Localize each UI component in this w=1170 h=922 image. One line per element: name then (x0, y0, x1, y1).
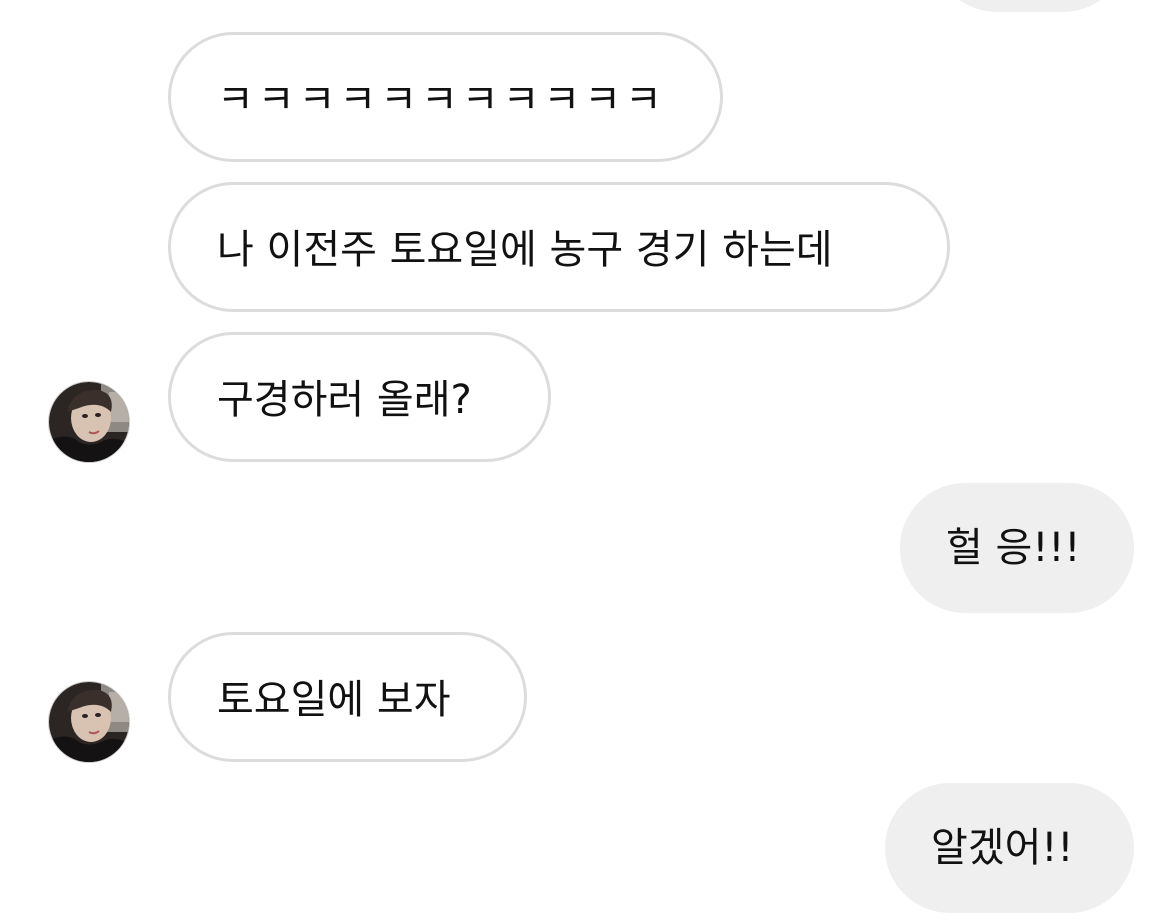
message-bubble-incoming[interactable]: 나 이전주 토요일에 농구 경기 하는데 (168, 182, 950, 312)
contact-avatar[interactable] (48, 381, 130, 463)
message-text: 토요일에 보자 (217, 677, 451, 723)
avatar-photo-icon (49, 382, 129, 462)
message-bubble-incoming[interactable]: 토요일에 보자 (168, 632, 527, 762)
message-text: 나 이전주 토요일에 농구 경기 하는데 (217, 227, 833, 273)
message-text: 구경하러 올래? (217, 377, 472, 423)
message-bubble-incoming[interactable]: 구경하러 올래? (168, 332, 551, 462)
message-text: 헐 응!!! (946, 525, 1081, 571)
message-bubble-outgoing[interactable]: 알겠어!! (885, 783, 1134, 913)
contact-avatar[interactable] (48, 681, 130, 763)
message-text: 알겠어!! (931, 825, 1074, 871)
message-bubble-outgoing-partial[interactable] (932, 0, 1128, 12)
message-text: ㅋㅋㅋㅋㅋㅋㅋㅋㅋㅋㅋ (217, 77, 666, 123)
message-bubble-outgoing[interactable]: 헐 응!!! (900, 483, 1134, 613)
message-bubble-incoming[interactable]: ㅋㅋㅋㅋㅋㅋㅋㅋㅋㅋㅋ (168, 32, 723, 162)
avatar-photo-icon (49, 682, 129, 762)
